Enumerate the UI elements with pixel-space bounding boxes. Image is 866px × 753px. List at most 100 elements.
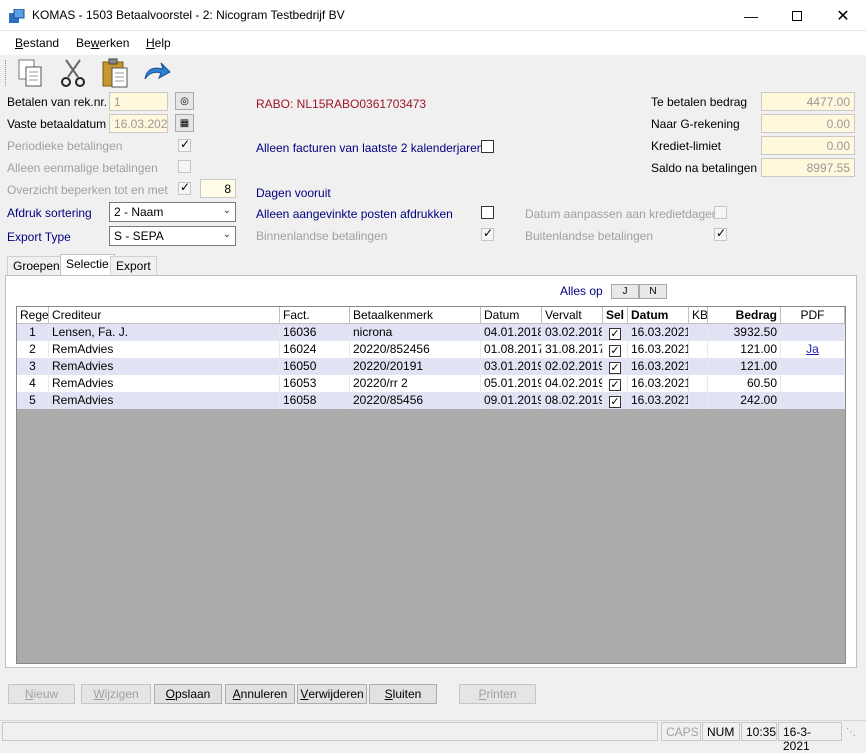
cell-kb bbox=[689, 324, 708, 341]
cell-kb bbox=[689, 375, 708, 392]
toolbar-grip[interactable] bbox=[5, 60, 7, 86]
cell-kenmerk: nicrona bbox=[350, 324, 481, 341]
alleen-facturen-label: Alleen facturen van laatste 2 kalenderja… bbox=[256, 141, 484, 155]
te-betalen-label: Te betalen bedrag bbox=[651, 95, 748, 109]
overzicht-field[interactable]: 8 bbox=[200, 179, 236, 198]
alleen-facturen-checkbox[interactable] bbox=[481, 140, 494, 153]
aangevinkt-label: Alleen aangevinkte posten afdrukken bbox=[256, 207, 453, 221]
te-betalen-field: 4477.00 bbox=[761, 92, 855, 111]
cell-bedrag: 60.50 bbox=[708, 375, 781, 392]
column-header-fact[interactable]: Fact. bbox=[280, 307, 350, 324]
nieuw-button[interactable]: Nieuw bbox=[8, 684, 75, 704]
row-select-checkbox[interactable]: ✓ bbox=[603, 392, 628, 409]
copy-icon[interactable] bbox=[15, 57, 45, 89]
eenmalig-checkbox[interactable] bbox=[178, 160, 191, 173]
cell-crediteur: RemAdvies bbox=[49, 375, 280, 392]
chevron-down-icon: ⌄ bbox=[222, 229, 231, 240]
rabo-account: RABO: NL15RABO0361703473 bbox=[256, 97, 427, 111]
cell-datum2: 16.03.2021 bbox=[628, 324, 689, 341]
periodiek-label: Periodieke betalingen bbox=[7, 139, 123, 153]
column-header-vervalt[interactable]: Vervalt bbox=[542, 307, 603, 324]
g-rekening-label: Naar G-rekening bbox=[651, 117, 740, 131]
row-select-checkbox[interactable]: ✓ bbox=[603, 358, 628, 375]
cell-crediteur: RemAdvies bbox=[49, 358, 280, 375]
num-indicator: NUM bbox=[702, 722, 740, 741]
menu-help[interactable]: Help bbox=[146, 36, 171, 50]
krediet-field: 0.00 bbox=[761, 136, 855, 155]
printen-button[interactable]: Printen bbox=[459, 684, 536, 704]
cell-regel: 2 bbox=[17, 341, 49, 358]
undo-icon[interactable] bbox=[141, 57, 171, 89]
datum-aanpassen-checkbox[interactable] bbox=[714, 206, 727, 219]
cell-regel: 4 bbox=[17, 375, 49, 392]
row-select-checkbox[interactable]: ✓ bbox=[603, 375, 628, 392]
tab-export[interactable]: Export bbox=[110, 256, 157, 275]
tab-selectie[interactable]: Selectie bbox=[60, 254, 115, 276]
maximize-button[interactable] bbox=[774, 0, 820, 31]
menu-bestand[interactable]: Bestand bbox=[15, 36, 59, 50]
column-header-bedrag[interactable]: Bedrag bbox=[708, 307, 781, 324]
check-icon: ✓ bbox=[180, 137, 191, 151]
buitenlands-checkbox[interactable]: ✓ bbox=[714, 226, 727, 241]
row-select-checkbox[interactable]: ✓ bbox=[603, 341, 628, 358]
column-header-betaalkenmerk[interactable]: Betaalkenmerk bbox=[350, 307, 481, 324]
binnenlands-checkbox[interactable]: ✓ bbox=[481, 226, 494, 241]
row-select-checkbox[interactable]: ✓ bbox=[603, 324, 628, 341]
eenmalig-label: Alleen eenmalige betalingen bbox=[7, 161, 158, 175]
afdruk-select[interactable]: 2 - Naam ⌄ bbox=[109, 202, 236, 222]
search-rekening-button[interactable]: ◎ bbox=[175, 92, 194, 110]
cell-crediteur: RemAdvies bbox=[49, 341, 280, 358]
cell-bedrag: 121.00 bbox=[708, 341, 781, 358]
pdf-link bbox=[781, 324, 845, 341]
cell-datum2: 16.03.2021 bbox=[628, 358, 689, 375]
alles-n-button[interactable]: N bbox=[639, 284, 667, 299]
app-icon bbox=[9, 9, 25, 23]
calendar-icon: ▦ bbox=[179, 117, 190, 129]
menu-bewerken[interactable]: Bewerken bbox=[76, 36, 129, 50]
betaaldatum-field[interactable]: 16.03.2021 bbox=[109, 114, 168, 133]
check-icon: ✓ bbox=[609, 362, 621, 374]
sluiten-button[interactable]: Sluiten bbox=[369, 684, 437, 704]
alles-op-label: Alles op bbox=[560, 284, 603, 298]
cell-fact: 16053 bbox=[280, 375, 350, 392]
column-header-kb[interactable]: KB bbox=[689, 307, 708, 324]
cell-fact: 16050 bbox=[280, 358, 350, 375]
opslaan-button[interactable]: Opslaan bbox=[154, 684, 222, 704]
cell-vervalt: 31.08.2017 bbox=[542, 341, 603, 358]
cell-datum2: 16.03.2021 bbox=[628, 392, 689, 409]
minimize-button[interactable]: — bbox=[728, 0, 774, 31]
periodiek-checkbox[interactable]: ✓ bbox=[178, 137, 191, 152]
column-header-pdf[interactable]: PDF bbox=[781, 307, 845, 324]
paste-icon[interactable] bbox=[100, 57, 130, 89]
verwijderen-button[interactable]: Verwijderen bbox=[297, 684, 367, 704]
check-icon: ✓ bbox=[609, 328, 621, 340]
column-header-regel[interactable]: Regel bbox=[17, 307, 49, 324]
rekening-label: Betalen van rek.nr. bbox=[7, 95, 108, 109]
cut-icon[interactable] bbox=[58, 57, 88, 89]
aangevinkt-checkbox[interactable] bbox=[481, 206, 494, 219]
cell-datum: 04.01.2018 bbox=[481, 324, 542, 341]
cell-kb bbox=[689, 392, 708, 409]
buitenlands-label: Buitenlandse betalingen bbox=[525, 229, 654, 243]
export-select[interactable]: S - SEPA ⌄ bbox=[109, 226, 236, 246]
check-icon: ✓ bbox=[716, 226, 727, 240]
check-icon: ✓ bbox=[609, 396, 621, 408]
export-label: Export Type bbox=[7, 230, 71, 244]
close-button[interactable]: ✕ bbox=[820, 0, 866, 31]
annuleren-button[interactable]: Annuleren bbox=[225, 684, 295, 704]
tab-groepen[interactable]: Groepen bbox=[7, 256, 66, 275]
overzicht-checkbox[interactable]: ✓ bbox=[178, 180, 191, 195]
column-header-sel[interactable]: Sel bbox=[603, 307, 628, 324]
resize-grip-icon[interactable]: ⋱ bbox=[846, 727, 856, 738]
rekening-field[interactable]: 1 bbox=[109, 92, 168, 111]
wijzigen-button[interactable]: Wijzigen bbox=[81, 684, 151, 704]
pdf-link[interactable]: Ja bbox=[781, 341, 845, 358]
status-message bbox=[2, 722, 658, 741]
calendar-button[interactable]: ▦ bbox=[175, 114, 194, 132]
cell-fact: 16036 bbox=[280, 324, 350, 341]
column-header-sel-datum[interactable]: Datum bbox=[628, 307, 689, 324]
column-header-crediteur[interactable]: Crediteur bbox=[49, 307, 280, 324]
alles-j-button[interactable]: J bbox=[611, 284, 639, 299]
column-header-datum[interactable]: Datum bbox=[481, 307, 542, 324]
cell-crediteur: Lensen, Fa. J. bbox=[49, 324, 280, 341]
